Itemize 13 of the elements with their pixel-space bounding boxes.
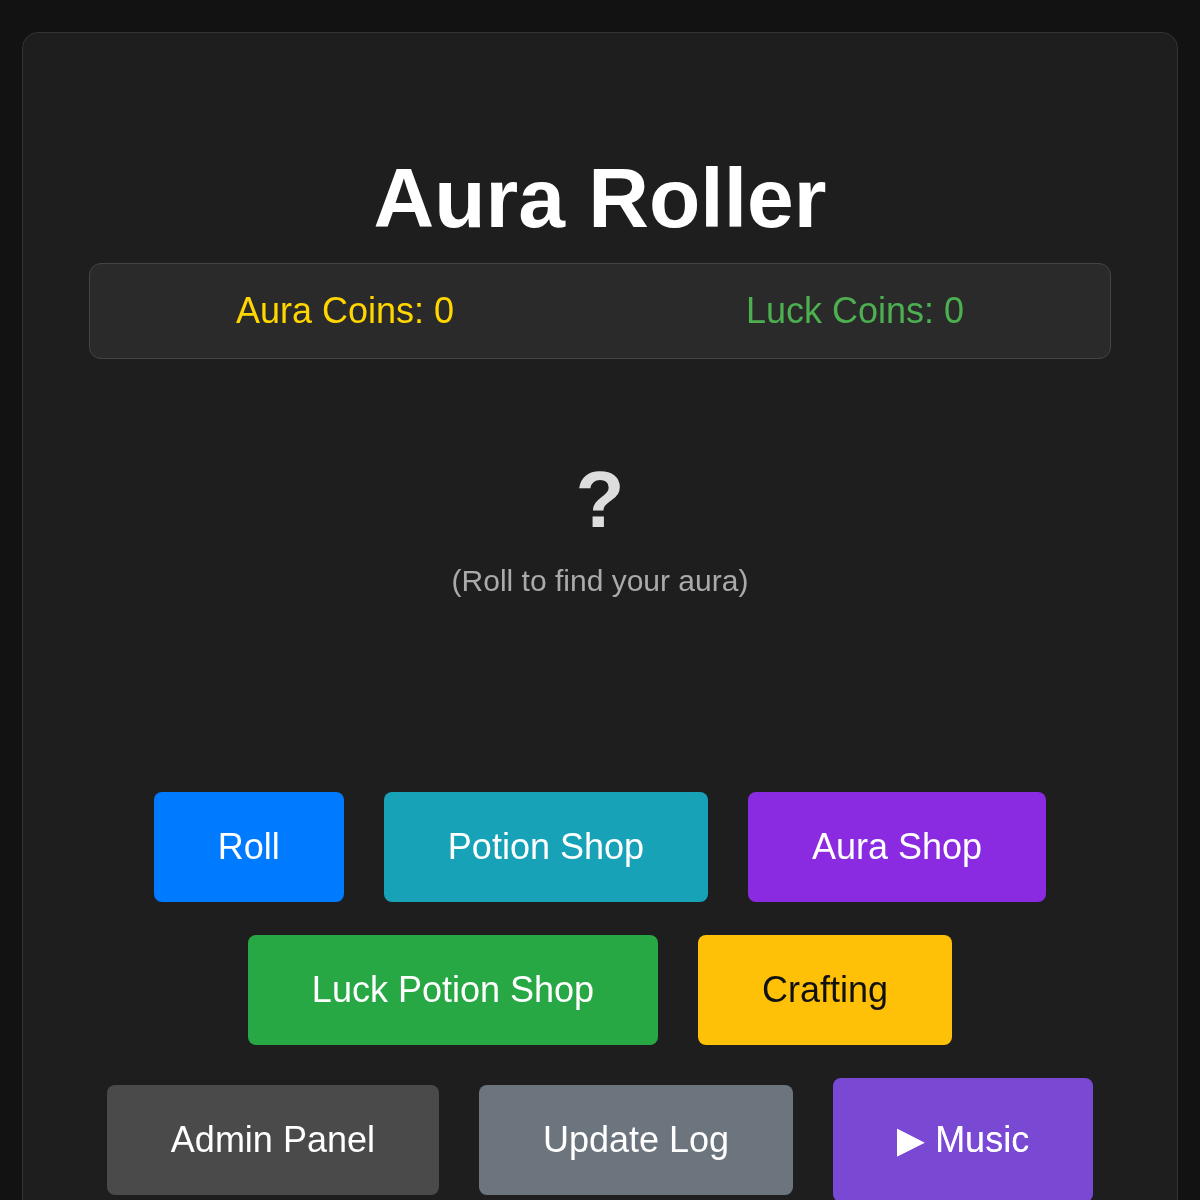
menu-button[interactable]: Potion Shop	[383, 792, 708, 902]
menu-button[interactable]: Luck Potion Shop	[247, 935, 659, 1045]
menu-button[interactable]: ▶ Music	[833, 1078, 1094, 1200]
menu-button[interactable]: Crafting	[698, 935, 953, 1045]
aura-hint: (Roll to find your aura)	[451, 563, 749, 599]
aura-symbol: ?	[575, 460, 625, 540]
menu-button[interactable]: Admin Panel	[106, 1085, 439, 1195]
coin-counter: Luck Coins: 0	[744, 293, 966, 329]
coin-counter: Aura Coins: 0	[234, 293, 456, 329]
app-title: Aura Roller	[373, 156, 827, 240]
menu-button[interactable]: Update Log	[478, 1085, 794, 1195]
menu-button[interactable]: Roll	[153, 792, 344, 902]
menu-button[interactable]: Aura Shop	[748, 792, 1047, 902]
